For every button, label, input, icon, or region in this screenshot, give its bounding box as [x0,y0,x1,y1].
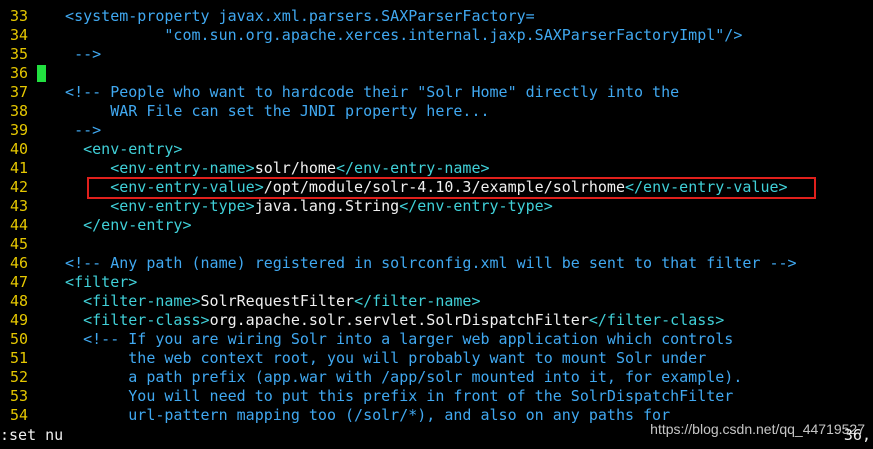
editor-line[interactable]: 37 <!-- People who want to hardcode thei… [0,83,873,102]
text-cursor [37,65,46,82]
line-code: <env-entry-name>solr/home</env-entry-nam… [28,159,490,178]
line-code: <!-- Any path (name) registered in solrc… [28,254,797,273]
line-number: 51 [9,349,28,367]
line-number: 47 [9,273,28,291]
line-code: <filter> [28,273,137,292]
line-number: 45 [9,235,28,253]
code-segment: You will need to put this prefix in fron… [47,387,734,405]
editor-line[interactable]: 38 WAR File can set the JNDI property he… [0,102,873,121]
code-segment: <env-entry> [47,140,183,158]
line-code: WAR File can set the JNDI property here.… [28,102,490,121]
code-segment: the web context root, you will probably … [47,349,707,367]
code-segment: </env-entry-name> [336,159,490,177]
editor-line[interactable]: 40 <env-entry> [0,140,873,159]
line-number: 33 [9,7,28,25]
line-code: <env-entry-type>java.lang.String</env-en… [28,197,553,216]
line-number: 39 [9,121,28,139]
line-code: <filter-name>SolrRequestFilter</filter-n… [28,292,481,311]
vim-editor[interactable]: 33 <system-property javax.xml.parsers.SA… [0,7,873,425]
line-number: 48 [9,292,28,310]
line-code: <!-- If you are wiring Solr into a large… [28,330,733,349]
line-number: 49 [9,311,28,329]
line-number: 50 [9,330,28,348]
code-segment: </filter-class> [588,311,725,329]
code-segment: java.lang.String [254,197,400,215]
code-segment: url-pattern mapping too (/solr/*), and a… [47,406,671,424]
code-segment: "com.sun.org.apache.xerces.internal.jaxp… [47,26,743,44]
code-segment: <system-property javax.xml.parsers.SAXPa… [47,7,535,25]
line-number: 38 [9,102,28,120]
line-number: 36 [9,64,28,82]
editor-line[interactable]: 45 [0,235,873,254]
line-number: 42 [9,178,28,196]
line-number: 54 [9,406,28,424]
line-code: url-pattern mapping too (/solr/*), and a… [28,406,670,425]
line-number: 53 [9,387,28,405]
editor-line[interactable]: 53 You will need to put this prefix in f… [0,387,873,406]
editor-line[interactable]: 41 <env-entry-name>solr/home</env-entry-… [0,159,873,178]
line-number: 34 [9,26,28,44]
editor-line[interactable]: 35 --> [0,45,873,64]
line-number: 52 [9,368,28,386]
editor-line[interactable]: 43 <env-entry-type>java.lang.String</env… [0,197,873,216]
editor-line[interactable]: 46 <!-- Any path (name) registered in so… [0,254,873,273]
editor-line[interactable]: 49 <filter-class>org.apache.solr.servlet… [0,311,873,330]
line-code: "com.sun.org.apache.xerces.internal.jaxp… [28,26,742,45]
code-segment: --> [47,45,102,63]
line-code [28,64,46,83]
editor-line[interactable]: 48 <filter-name>SolrRequestFilter</filte… [0,292,873,311]
line-number: 44 [9,216,28,234]
code-segment: SolrRequestFilter [200,292,355,310]
code-segment: </env-entry-type> [399,197,553,215]
line-code: --> [28,45,101,64]
editor-line[interactable]: 39 --> [0,121,873,140]
code-segment: <!-- People who want to hardcode their "… [47,83,680,101]
code-segment: WAR File can set the JNDI property here.… [47,102,490,120]
code-segment: </env-entry> [47,216,192,234]
line-code: a path prefix (app.war with /app/solr mo… [28,368,742,387]
line-code: You will need to put this prefix in fron… [28,387,733,406]
line-code: <system-property javax.xml.parsers.SAXPa… [28,7,535,26]
line-code: <env-entry> [28,140,182,159]
highlight-box [87,177,816,199]
code-segment: solr/home [254,159,336,177]
editor-line[interactable]: 52 a path prefix (app.war with /app/solr… [0,368,873,387]
code-segment: <filter> [47,273,138,291]
line-number: 40 [9,140,28,158]
code-segment: <filter-name> [47,292,201,310]
code-segment: <env-entry-type> [47,197,255,215]
code-segment: </filter-name> [354,292,481,310]
line-number: 35 [9,45,28,63]
editor-line[interactable]: 47 <filter> [0,273,873,292]
line-code: <filter-class>org.apache.solr.servlet.So… [28,311,724,330]
code-segment: a path prefix (app.war with /app/solr mo… [47,368,743,386]
code-segment: <filter-class> [47,311,210,329]
editor-line[interactable]: 51 the web context root, you will probab… [0,349,873,368]
line-code: <!-- People who want to hardcode their "… [28,83,679,102]
editor-line[interactable]: 34 "com.sun.org.apache.xerces.internal.j… [0,26,873,45]
line-number: 46 [9,254,28,272]
editor-line[interactable]: 33 <system-property javax.xml.parsers.SA… [0,7,873,26]
line-code: </env-entry> [28,216,192,235]
code-segment: <!-- If you are wiring Solr into a large… [47,330,734,348]
line-number: 41 [9,159,28,177]
code-segment: <env-entry-name> [47,159,255,177]
code-segment: <!-- Any path (name) registered in solrc… [47,254,797,272]
line-number: 43 [9,197,28,215]
editor-line[interactable]: 44 </env-entry> [0,216,873,235]
editor-line[interactable]: 50 <!-- If you are wiring Solr into a la… [0,330,873,349]
line-number: 37 [9,83,28,101]
command-line[interactable]: :set nu [0,426,63,445]
editor-line[interactable]: 36 [0,64,873,83]
code-segment: org.apache.solr.servlet.SolrDispatchFilt… [209,311,589,329]
line-code: the web context root, you will probably … [28,349,706,368]
watermark: https://blog.csdn.net/qq_44719527 [650,421,865,437]
code-segment: --> [47,121,102,139]
line-code: --> [28,121,101,140]
